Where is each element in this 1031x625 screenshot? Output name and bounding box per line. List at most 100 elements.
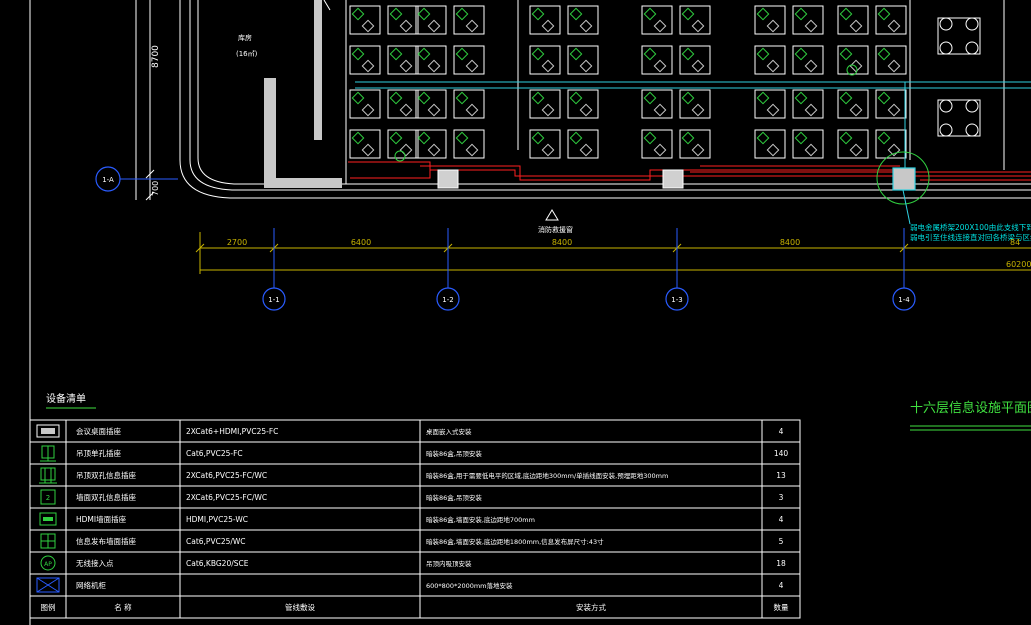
office-partitions <box>345 0 1031 185</box>
legend-heading: 设备清单 <box>46 392 86 405</box>
rack-cabinet-icon <box>36 577 60 593</box>
legend-cell-install: 暗装86盒,墙面安装,底边距地700mm <box>426 515 535 524</box>
workstation-cluster <box>641 89 711 159</box>
legend-cell-cable: Cat6,KBG20/SCE <box>186 559 249 568</box>
legend-column-header: 名 称 <box>114 602 132 612</box>
column-label: 1-3 <box>671 296 682 304</box>
meeting-box-icon <box>36 424 60 438</box>
workstation-cluster <box>754 89 824 159</box>
vertical-dimension: 8700 700 <box>135 0 161 201</box>
legend-cell-qty: 4 <box>779 515 784 524</box>
column-label: 1-4 <box>898 296 910 304</box>
plan-ap-symbols <box>394 64 858 162</box>
legend-cell-name: 会议桌面插座 <box>76 426 121 436</box>
column-label: 1-2 <box>442 296 453 304</box>
workstation-cluster <box>529 89 599 159</box>
room-label: 库房 <box>238 33 252 42</box>
legend-cell-cable: 2XCat6,PVC25-FC/WC <box>186 471 267 480</box>
dim-segment-label: 8400 <box>552 238 572 247</box>
dim-segment-label: 6400 <box>351 238 371 247</box>
hdmi-outlet-icon <box>39 512 57 526</box>
axis-label-1-A: 1-A <box>102 176 114 184</box>
floor-box-1 <box>437 169 459 189</box>
svg-text:AP: AP <box>44 561 52 568</box>
legend-cell-qty: 4 <box>779 427 784 436</box>
floor-box-2 <box>662 169 684 189</box>
legend-cell-install: 暗装86盒,吊顶安装 <box>426 449 482 458</box>
legend-row: 2 墙面双孔信息插座 2XCat6,PVC25-FC/WC 暗装86盒,吊顶安装 3 <box>40 489 784 505</box>
legend-cell-qty: 5 <box>779 537 784 546</box>
dim-total-label: 60200 <box>1006 260 1031 269</box>
legend-cell-cable: Cat6,PVC25/WC <box>186 537 246 546</box>
fire-window-marker: 消防救援窗 <box>538 209 573 234</box>
legend-cell-name: 吊顶单孔插座 <box>76 448 121 458</box>
legend-cell-install: 吊顶内吸顶安装 <box>426 559 472 568</box>
legend-row: 网络机柜 600*800*2000mm落地安装 4 <box>36 577 784 593</box>
dim-vertical-bottom: 700 <box>151 181 160 196</box>
workstation-cluster <box>641 5 711 75</box>
legend-row: 吊顶双孔信息插座 2XCat6,PVC25-FC/WC 暗装86盒,用于需要低电平的… <box>39 467 786 484</box>
legend-row: 吊顶单孔插座 Cat6,PVC25-FC 暗装86盒,吊顶安装 140 <box>40 445 789 462</box>
core-wall <box>314 0 322 140</box>
dim-segment-label: 2700 <box>227 238 247 247</box>
dimension-chain: 2700 6400 8400 8400 60200 84 <box>195 232 1031 274</box>
column-label: 1-1 <box>268 296 279 304</box>
legend-cell-qty: 18 <box>776 559 786 568</box>
telecom-room-callout[interactable] <box>876 151 930 225</box>
svg-text:2: 2 <box>46 494 50 502</box>
workstation-cluster <box>349 5 419 75</box>
workstation-cluster <box>837 89 907 159</box>
legend-row: AP 无线接入点 Cat6,KBG20/SCE 吊顶内吸顶安装 18 <box>40 555 786 571</box>
workstation-cluster <box>415 5 485 75</box>
legend-cell-install: 600*800*2000mm落地安装 <box>426 581 513 590</box>
drawing-title: 十六层信息设施平面图 1: <box>910 400 1031 416</box>
legend-cell-qty: 3 <box>779 493 784 502</box>
legend-column-header: 图例 <box>41 602 56 612</box>
cad-drawing: 8700 700 1-A 库房 (16㎡) 弱电金属桥架200X100由此支线下… <box>0 0 1031 625</box>
legend-cell-install: 暗装86盒,用于需要低电平的区域,底边距地300mm/单插线面安装,预埋距地30… <box>426 471 668 480</box>
workstation-cluster <box>754 5 824 75</box>
legend-cell-name: 网络机柜 <box>76 580 106 590</box>
legend-row: HDMI墙面插座 HDMI,PVC25-WC 暗装86盒,墙面安装,底边距地700m… <box>39 512 784 526</box>
shaft-wall-horizontal <box>264 178 342 188</box>
legend-cell-cable: 2XCat6+HDMI,PVC25-FC <box>186 427 278 436</box>
legend-cell-qty: 140 <box>774 449 789 458</box>
legend-row: 信息发布墙面插座 Cat6,PVC25/WC 暗装86盒,墙面安装,底边距地1800… <box>40 533 784 549</box>
info-panel-icon <box>40 533 56 549</box>
legend-row: 会议桌面插座 2XCat6+HDMI,PVC25-FC 桌面嵌入式安装 4 <box>36 424 784 438</box>
legend-column-header: 管线敷设 <box>285 602 315 612</box>
legend-cell-cable: HDMI,PVC25-WC <box>186 515 248 524</box>
legend-cell-cable: 2XCat6,PVC25-FC/WC <box>186 493 267 502</box>
legend-cell-name: 信息发布墙面插座 <box>76 536 136 546</box>
callout-line-1: 弱电金属桥架200X100由此支线下到至楼层 <box>910 222 1031 232</box>
legend-column-header: 数量 <box>774 602 789 612</box>
dual-outlet-icon: 2 <box>40 489 56 505</box>
room-area: (16㎡) <box>236 50 258 58</box>
legend-column-header: 安装方式 <box>576 602 606 612</box>
legend-cell-qty: 4 <box>779 581 784 590</box>
legend-cell-install: 暗装86盒,吊顶安装 <box>426 493 482 502</box>
dim-segment-label: 8400 <box>780 238 800 247</box>
fire-window-label: 消防救援窗 <box>538 225 573 234</box>
legend-cell-name: HDMI墙面插座 <box>76 514 127 524</box>
legend-cell-install: 暗装86盒,墙面安装,底边距地1800mm,信息发布屏尺寸:43寸 <box>426 537 604 546</box>
axis-bubble-1-A[interactable]: 1-A <box>95 166 178 192</box>
legend-cell-name: 无线接入点 <box>76 558 114 568</box>
meeting-tables <box>937 0 1005 170</box>
column-bubble-1-2[interactable]: 1-2 <box>436 228 460 311</box>
ceiling-dual-icon <box>39 467 57 484</box>
legend-cell-qty: 13 <box>776 471 786 480</box>
legend-cell-install: 桌面嵌入式安装 <box>426 427 472 436</box>
column-bubble-1-1[interactable]: 1-1 <box>262 228 286 311</box>
column-bubble-1-3[interactable]: 1-3 <box>665 228 689 311</box>
ceiling-data-icon <box>40 445 56 462</box>
equipment-legend-table: 会议桌面插座 2XCat6+HDMI,PVC25-FC 桌面嵌入式安装 4 吊顶单孔插座… <box>29 419 801 619</box>
workstation-cluster <box>529 5 599 75</box>
workstation-cluster <box>415 89 485 159</box>
workstation-cluster <box>349 89 419 159</box>
floor-plan-canvas[interactable]: 8700 700 1-A 库房 (16㎡) 弱电金属桥架200X100由此支线下… <box>0 0 1031 625</box>
wireless-ap-icon: AP <box>40 555 56 571</box>
legend-cell-name: 墙面双孔信息插座 <box>76 492 136 502</box>
dim-vertical-top: 8700 <box>151 45 161 68</box>
legend-cell-name: 吊顶双孔信息插座 <box>76 470 136 480</box>
